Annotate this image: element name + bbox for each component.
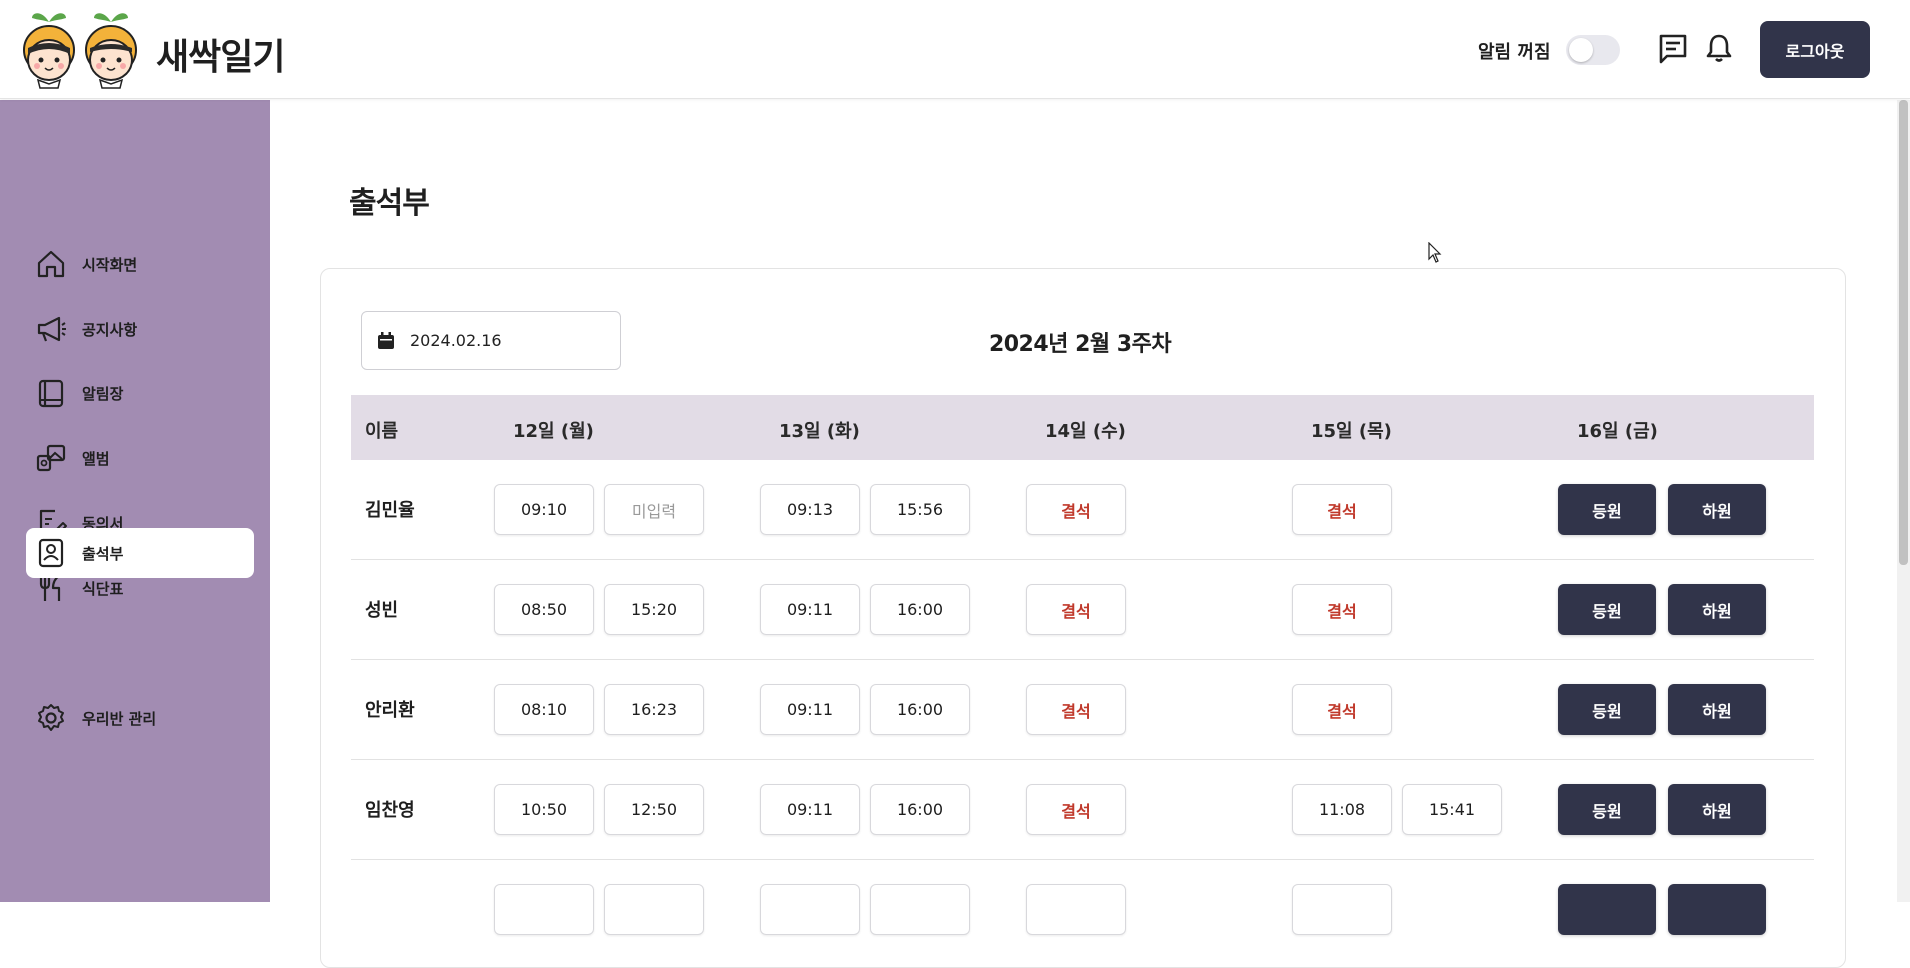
departure-time-cell[interactable]: 15:20 — [604, 584, 704, 635]
column-header-thu: 15일 (목) — [1311, 421, 1392, 442]
arrival-time-cell[interactable]: 09:11 — [760, 584, 860, 635]
sidebar-item-notebook[interactable]: 알림장 — [26, 368, 254, 418]
arrive-button[interactable]: 등원 — [1558, 784, 1656, 835]
sidebar-item-attendance[interactable]: 출석부 — [26, 528, 254, 578]
album-icon — [34, 441, 68, 475]
logout-button[interactable]: 로그아웃 — [1760, 21, 1870, 78]
table-header: 이름 12일 (월) 13일 (화) 14일 (수) 15일 (목) 16일 (… — [351, 395, 1814, 460]
arrival-time-cell[interactable] — [760, 884, 860, 935]
table-row: 임찬영 10:50 12:50 09:11 16:00 결석 11:08 15:… — [351, 760, 1814, 860]
departure-time-cell[interactable] — [870, 884, 970, 935]
leave-button[interactable] — [1668, 884, 1766, 935]
departure-time-cell[interactable]: 12:50 — [604, 784, 704, 835]
sidebar-item-album[interactable]: 앨범 — [26, 433, 254, 483]
page-title: 출석부 — [349, 186, 430, 221]
departure-time-cell[interactable]: 16:00 — [870, 784, 970, 835]
leave-button[interactable]: 하원 — [1668, 784, 1766, 835]
table-row — [351, 860, 1814, 960]
arrival-time-cell[interactable]: 09:13 — [760, 484, 860, 535]
arrival-time-cell[interactable]: 08:10 — [494, 684, 594, 735]
arrival-time-cell[interactable]: 09:11 — [760, 784, 860, 835]
absent-cell[interactable]: 결석 — [1026, 584, 1126, 635]
arrive-button[interactable]: 등원 — [1558, 484, 1656, 535]
week-title: 2024년 2월 3주차 — [988, 332, 1172, 357]
toggle-knob — [1569, 38, 1593, 62]
notification-toggle[interactable] — [1566, 35, 1620, 65]
absent-cell[interactable]: 결석 — [1292, 584, 1392, 635]
table-row: 성빈 08:50 15:20 09:11 16:00 결석 결석 등원 하원 — [351, 560, 1814, 660]
notification-status-label: 알림 꺼짐 — [1478, 42, 1551, 63]
kid-mascot-icon — [23, 13, 75, 89]
absent-cell[interactable]: 결석 — [1292, 684, 1392, 735]
absent-cell[interactable] — [1026, 884, 1126, 935]
calendar-icon — [378, 331, 394, 349]
student-name: 안리환 — [365, 700, 415, 721]
attendance-icon — [34, 536, 68, 570]
student-name: 성빈 — [365, 600, 399, 621]
logo[interactable]: 새싹일기 — [20, 8, 285, 90]
column-header-mon: 12일 (월) — [513, 421, 594, 442]
departure-time-cell[interactable]: 15:41 — [1402, 784, 1502, 835]
chat-icon[interactable] — [1657, 32, 1689, 64]
column-header-name: 이름 — [365, 421, 399, 442]
student-name: 김민율 — [365, 500, 415, 521]
sidebar-item-label: 알림장 — [82, 384, 124, 403]
table-row: 김민율 09:10 미입력 09:13 15:56 결석 결석 등원 하원 — [351, 460, 1814, 560]
column-header-fri: 16일 (금) — [1577, 421, 1658, 442]
bell-icon[interactable] — [1703, 32, 1735, 64]
gear-icon — [34, 701, 68, 735]
sidebar-item-label: 식단표 — [82, 579, 124, 598]
notebook-icon — [34, 376, 68, 410]
date-picker-input[interactable]: 2024.02.16 — [361, 311, 621, 370]
arrival-time-cell[interactable]: 08:50 — [494, 584, 594, 635]
sidebar-item-label: 우리반 관리 — [82, 709, 157, 728]
leave-button[interactable]: 하원 — [1668, 584, 1766, 635]
sidebar-item-label: 시작화면 — [82, 255, 138, 274]
kid-mascot-icon — [85, 13, 137, 89]
date-value: 2024.02.16 — [410, 331, 502, 350]
arrival-time-cell[interactable]: 09:11 — [760, 684, 860, 735]
departure-time-cell[interactable]: 16:00 — [870, 684, 970, 735]
sidebar-item-label: 앨범 — [82, 449, 110, 468]
logo-text: 새싹일기 — [156, 37, 285, 78]
table-row: 안리환 08:10 16:23 09:11 16:00 결석 결석 등원 하원 — [351, 660, 1814, 760]
absent-cell[interactable]: 결석 — [1026, 484, 1126, 535]
departure-time-cell[interactable] — [604, 884, 704, 935]
absent-cell[interactable]: 결석 — [1292, 484, 1392, 535]
home-icon — [34, 247, 68, 281]
absent-cell[interactable]: 결석 — [1026, 684, 1126, 735]
sidebar-item-notice[interactable]: 공지사항 — [26, 304, 254, 354]
departure-time-cell[interactable]: 미입력 — [604, 484, 704, 535]
sidebar-item-class-settings[interactable]: 우리반 관리 — [26, 693, 254, 743]
arrive-button[interactable]: 등원 — [1558, 584, 1656, 635]
sidebar: 시작화면 공지사항 알림장 앨범 동의서 식단표 출석부 우리반 관리 — [0, 100, 270, 902]
departure-time-cell[interactable]: 16:23 — [604, 684, 704, 735]
absent-cell[interactable]: 결석 — [1026, 784, 1126, 835]
scrollbar-thumb[interactable] — [1899, 100, 1908, 565]
vertical-scrollbar[interactable] — [1897, 100, 1910, 902]
student-name: 임찬영 — [365, 800, 415, 821]
top-header: 새싹일기 알림 꺼짐 로그아웃 — [0, 0, 1910, 99]
column-header-tue: 13일 (화) — [779, 421, 860, 442]
arrival-time-cell[interactable]: 09:10 — [494, 484, 594, 535]
megaphone-icon — [34, 312, 68, 346]
arrive-button[interactable] — [1558, 884, 1656, 935]
sidebar-item-label: 공지사항 — [82, 320, 138, 339]
sidebar-item-home[interactable]: 시작화면 — [26, 239, 254, 289]
column-header-wed: 14일 (수) — [1045, 421, 1126, 442]
leave-button[interactable]: 하원 — [1668, 484, 1766, 535]
arrival-time-cell[interactable]: 11:08 — [1292, 784, 1392, 835]
mouse-cursor-icon — [1428, 242, 1442, 263]
leave-button[interactable]: 하원 — [1668, 684, 1766, 735]
arrival-time-cell[interactable] — [1292, 884, 1392, 935]
arrival-time-cell[interactable] — [494, 884, 594, 935]
departure-time-cell[interactable]: 16:00 — [870, 584, 970, 635]
arrival-time-cell[interactable]: 10:50 — [494, 784, 594, 835]
departure-time-cell[interactable]: 15:56 — [870, 484, 970, 535]
sidebar-item-label: 출석부 — [82, 544, 124, 563]
arrive-button[interactable]: 등원 — [1558, 684, 1656, 735]
